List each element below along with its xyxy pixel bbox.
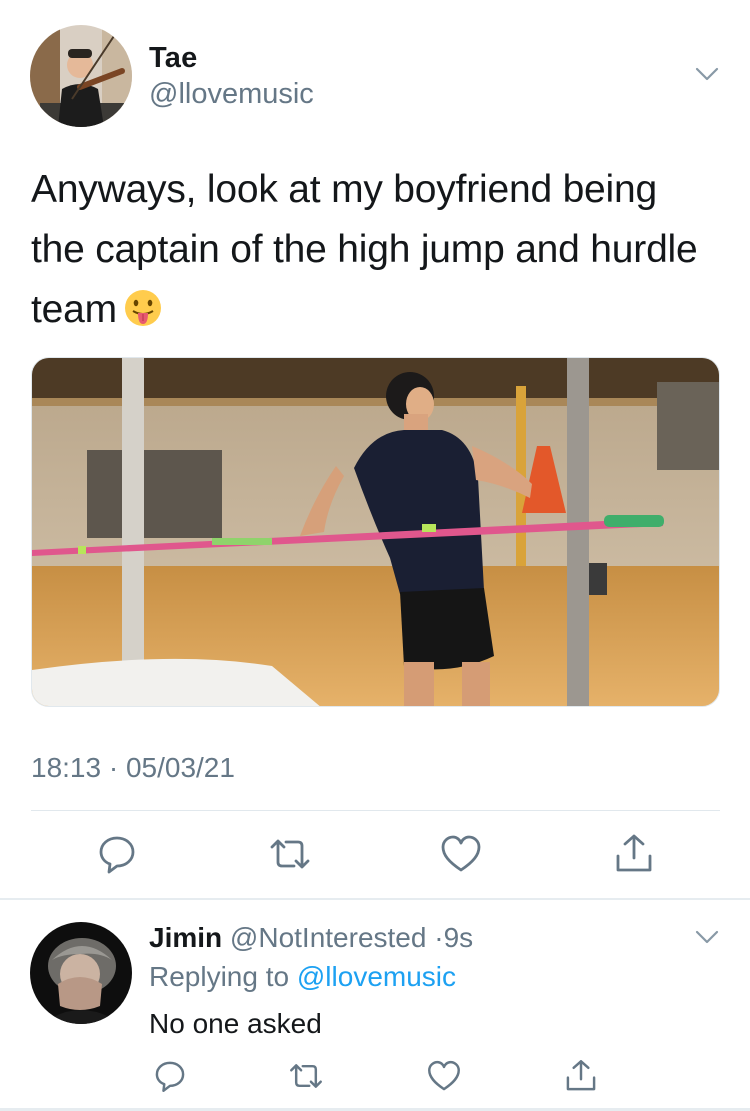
reply-text: No one asked [149,1008,322,1039]
chevron-down-icon[interactable] [692,62,722,86]
tweet-timestamp[interactable]: 18:13 · 05/03/21 [31,752,235,784]
replying-to-handle-link[interactable]: @llovemusic [297,961,456,992]
reply-icon[interactable] [152,1058,188,1094]
reply-header: Jimin @NotInterested ·9s [149,922,473,954]
share-icon[interactable] [612,832,656,876]
tweet-actions [0,832,750,878]
author-name[interactable]: Tae [149,42,197,75]
tweet: Tae @llovemusic Anyways, look at my boyf… [0,0,750,898]
retweet-icon[interactable] [288,1058,324,1094]
like-heart-icon[interactable] [426,1058,462,1094]
divider [31,810,720,811]
reply-time[interactable]: 9s [444,922,474,953]
author-avatar[interactable] [30,25,132,127]
tongue-face-emoji-icon [124,290,161,326]
reply-actions [0,1058,750,1098]
retweet-icon[interactable] [268,832,312,876]
reply-author-handle[interactable]: @NotInterested [230,922,427,953]
author-handle[interactable]: @llovemusic [149,78,314,111]
replying-to-prefix: Replying to [149,961,290,992]
share-icon[interactable] [563,1058,599,1094]
replying-to: Replying to @llovemusic [149,961,456,993]
reply-tweet[interactable]: Jimin @NotInterested ·9s Replying to @ll… [0,900,750,1111]
tweet-photo[interactable] [31,357,720,707]
reply-author-avatar[interactable] [30,922,132,1024]
reply-author-name[interactable]: Jimin [149,922,222,953]
chevron-down-icon[interactable] [692,925,722,949]
tweet-text: Anyways, look at my boyfriend being the … [31,160,721,340]
reply-time-separator: · [434,922,444,953]
reply-icon[interactable] [95,832,139,876]
like-heart-icon[interactable] [439,832,483,876]
